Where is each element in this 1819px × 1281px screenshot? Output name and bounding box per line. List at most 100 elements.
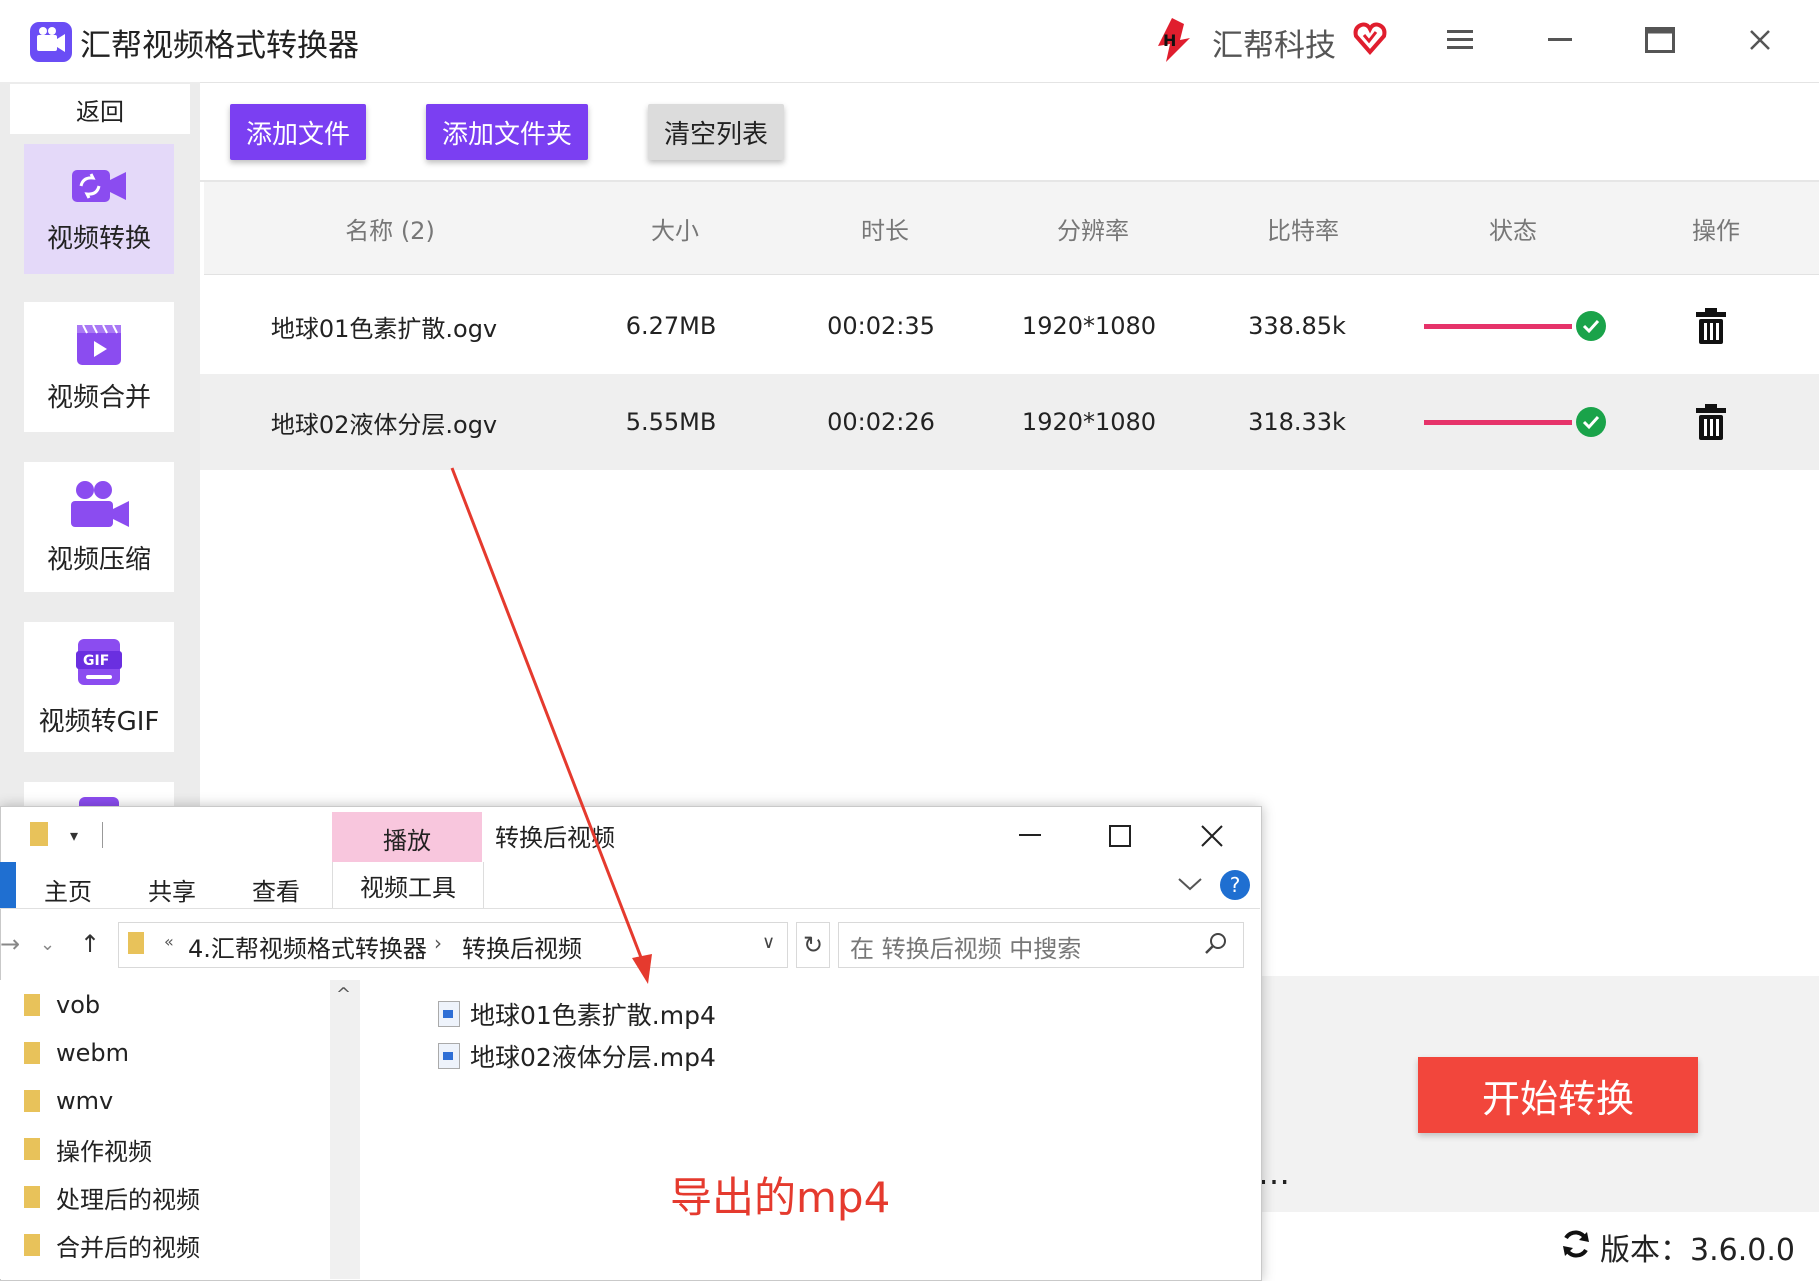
sidebar-item-label: 视频转GIF: [38, 706, 160, 737]
tree-item[interactable]: wmv: [0, 1078, 113, 1124]
hamburger-menu-icon[interactable]: [1440, 20, 1480, 60]
column-header-size[interactable]: 大小: [600, 182, 750, 274]
gif-icon: GIF: [76, 638, 122, 685]
close-icon[interactable]: [1740, 20, 1780, 60]
vip-heart-icon[interactable]: [1352, 20, 1388, 56]
refresh-icon[interactable]: [1560, 1228, 1592, 1260]
annotation-text: 导出的mp4: [670, 1173, 891, 1222]
ribbon-expand-icon[interactable]: [1176, 874, 1204, 894]
column-header-duration[interactable]: 时长: [810, 182, 960, 274]
recent-dropdown-icon[interactable]: ⌄: [40, 934, 55, 955]
tree-item[interactable]: 合并后的视频: [0, 1222, 200, 1268]
file-size: 5.55MB: [625, 408, 717, 436]
add-file-button[interactable]: 添加文件: [230, 104, 366, 160]
tab-view[interactable]: 查看: [252, 872, 300, 907]
tree-item[interactable]: webm: [0, 1030, 129, 1076]
add-folder-button[interactable]: 添加文件夹: [426, 104, 588, 160]
file-resolution: 1920*1080: [1021, 312, 1157, 340]
progress-bar: [1424, 324, 1572, 329]
file-bitrate: 338.85k: [1248, 312, 1346, 340]
video-file-icon: [438, 1043, 460, 1069]
column-header-action[interactable]: 操作: [1646, 182, 1786, 274]
tree-item-label: vob: [56, 991, 101, 1019]
file-size: 6.27MB: [625, 312, 717, 340]
tree-item-label: 合并后的视频: [56, 1233, 200, 1262]
app-logo-icon: [30, 22, 72, 62]
brand-logo-icon: H: [1150, 16, 1194, 64]
more-options-button[interactable]: …: [1258, 1154, 1292, 1192]
tree-item[interactable]: vob: [0, 982, 100, 1028]
back-button[interactable]: 返回: [10, 84, 190, 134]
file-bitrate: 318.33k: [1248, 408, 1346, 436]
folder-icon: [24, 1138, 40, 1160]
explorer-maximize-icon[interactable]: [1100, 818, 1140, 854]
breadcrumb-segment[interactable]: 4.汇帮视频格式转换器: [188, 929, 427, 964]
file-item[interactable]: 地球01色素扩散.mp4: [438, 994, 716, 1034]
column-header-resolution[interactable]: 分辨率: [1018, 182, 1168, 274]
maximize-icon[interactable]: [1640, 20, 1680, 60]
video-compress-icon: [71, 480, 129, 527]
app-title: 汇帮视频格式转换器: [80, 28, 359, 64]
sidebar-item-video-gif[interactable]: GIF 视频转GIF: [24, 622, 174, 752]
chevron-down-icon[interactable]: ▾: [70, 826, 78, 845]
file-name: 地球01色素扩散.ogv: [270, 314, 498, 343]
video-convert-icon: [72, 169, 126, 202]
folder-icon: [24, 994, 40, 1016]
forward-arrow-icon[interactable]: →: [0, 930, 20, 958]
file-resolution: 1920*1080: [1021, 408, 1157, 436]
brand-name: 汇帮科技: [1212, 28, 1336, 64]
version-label: 版本：3.6.0.0: [1600, 1233, 1795, 1268]
tree-item[interactable]: 处理后的视频: [0, 1174, 200, 1220]
up-arrow-icon[interactable]: ↑: [80, 930, 100, 958]
refresh-icon[interactable]: ↻: [796, 922, 830, 968]
help-icon[interactable]: ?: [1220, 870, 1250, 900]
breadcrumb-separator-icon[interactable]: ›: [434, 931, 442, 955]
file-item-label: 地球01色素扩散.mp4: [470, 1001, 716, 1030]
folder-icon: [24, 1042, 40, 1064]
tab-share[interactable]: 共享: [148, 872, 196, 907]
explorer-close-icon[interactable]: [1192, 818, 1232, 854]
column-header-name[interactable]: 名称 (2): [300, 182, 480, 274]
sidebar-item-video-merge[interactable]: 视频合并: [24, 302, 174, 432]
svg-text:H: H: [1163, 31, 1176, 50]
explorer-minimize-icon[interactable]: [1010, 818, 1050, 854]
sidebar-item-video-compress[interactable]: 视频压缩: [24, 462, 174, 592]
tree-item-label: webm: [56, 1039, 130, 1067]
tree-item-label: wmv: [56, 1087, 114, 1115]
sidebar-item-label: 视频压缩: [46, 544, 151, 575]
clear-list-button[interactable]: 清空列表: [648, 104, 784, 160]
check-circle-icon: [1576, 311, 1606, 341]
file-menu-tab[interactable]: [0, 862, 16, 908]
file-duration: 00:02:35: [827, 312, 935, 340]
folder-icon[interactable]: [30, 822, 48, 846]
start-convert-button[interactable]: 开始转换: [1418, 1057, 1698, 1133]
sidebar-item-label: 视频转换: [46, 223, 151, 254]
breadcrumb-overflow-icon[interactable]: «: [164, 932, 174, 951]
column-header-bitrate[interactable]: 比特率: [1228, 182, 1378, 274]
video-merge-icon: [77, 324, 121, 365]
folder-icon: [24, 1186, 40, 1208]
search-input[interactable]: 在 转换后视频 中搜索: [850, 929, 1081, 964]
tab-video-tools[interactable]: 视频工具: [332, 862, 484, 908]
scroll-up-icon[interactable]: ^: [336, 984, 351, 1005]
breadcrumb-segment[interactable]: 转换后视频: [462, 929, 582, 964]
sidebar-item-video-convert[interactable]: 视频转换: [24, 144, 174, 274]
address-dropdown-icon[interactable]: ∨: [762, 932, 775, 953]
search-icon[interactable]: [1204, 932, 1228, 956]
minimize-icon[interactable]: [1540, 20, 1580, 60]
file-item-label: 地球02液体分层.mp4: [470, 1043, 716, 1072]
tab-play[interactable]: 播放: [332, 812, 482, 864]
sidebar-item-label: 视频合并: [46, 382, 151, 413]
file-item[interactable]: 地球02液体分层.mp4: [438, 1036, 716, 1076]
trash-icon[interactable]: [1694, 307, 1728, 345]
tree-item[interactable]: 操作视频: [0, 1126, 152, 1172]
explorer-title: 转换后视频: [495, 824, 615, 852]
column-header-status[interactable]: 状态: [1438, 182, 1588, 274]
file-name: 地球02液体分层.ogv: [270, 410, 498, 439]
svg-text:GIF: GIF: [83, 653, 109, 669]
trash-icon[interactable]: [1694, 403, 1728, 441]
scrollbar[interactable]: [330, 980, 360, 1279]
ribbon-divider: [0, 908, 1260, 909]
tree-item-label: 操作视频: [56, 1137, 152, 1166]
tab-home[interactable]: 主页: [44, 872, 92, 907]
